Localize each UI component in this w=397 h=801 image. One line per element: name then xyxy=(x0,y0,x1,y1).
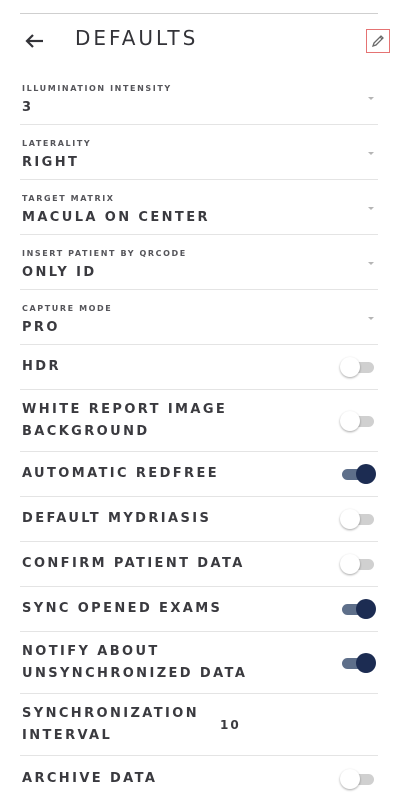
hdr-row: HDR xyxy=(20,345,378,390)
notify-unsynchronized-data-row: NOTIFY ABOUT UNSYNCHRONIZED DATA xyxy=(20,632,378,694)
confirm-patient-data-row: CONFIRM PATIENT DATA xyxy=(20,542,378,587)
toggle-thumb xyxy=(356,652,376,673)
automatic-redfree-toggle[interactable] xyxy=(340,464,376,484)
dropdown-caret-icon xyxy=(368,152,374,155)
insert-patient-qrcode-label: INSERT PATIENT BY QRCODE xyxy=(22,249,187,258)
toggle-thumb xyxy=(340,554,360,574)
capture-mode-label: CAPTURE MODE xyxy=(22,304,113,313)
synchronization-interval-label: SYNCHRONIZATION INTERVAL xyxy=(22,705,199,743)
archive-data-row: ARCHIVE DATA xyxy=(20,756,378,801)
toggle-thumb xyxy=(340,768,360,789)
sync-opened-exams-row: SYNC OPENED EXAMS xyxy=(20,587,378,632)
automatic-redfree-label: AUTOMATIC REDFREE xyxy=(22,466,220,481)
settings-list: ILLUMINATION INTENSITY 3 LATERALITY RIGH… xyxy=(20,70,378,801)
header: DEFAULTS xyxy=(0,14,397,70)
archive-data-toggle[interactable] xyxy=(340,768,376,789)
dropdown-caret-icon xyxy=(368,207,374,210)
white-report-background-label: WHITE REPORT IMAGE BACKGROUND xyxy=(22,401,228,439)
toggle-thumb xyxy=(356,464,376,484)
target-matrix-value: MACULA ON CENTER xyxy=(22,210,210,225)
laterality-label: LATERALITY xyxy=(22,139,92,148)
confirm-patient-data-toggle[interactable] xyxy=(340,554,376,574)
back-button[interactable] xyxy=(20,26,50,56)
illumination-intensity-value: 3 xyxy=(22,100,34,115)
capture-mode-value: PRO xyxy=(22,320,60,335)
illumination-intensity-label: ILLUMINATION INTENSITY xyxy=(22,84,172,93)
toggle-thumb xyxy=(340,509,360,529)
target-matrix-select[interactable]: TARGET MATRIX MACULA ON CENTER xyxy=(20,180,378,235)
illumination-intensity-select[interactable]: ILLUMINATION INTENSITY 3 xyxy=(20,70,378,125)
default-mydriasis-toggle[interactable] xyxy=(340,509,376,529)
edit-button[interactable] xyxy=(366,29,390,53)
toggle-thumb xyxy=(340,410,360,431)
confirm-patient-data-label: CONFIRM PATIENT DATA xyxy=(22,556,245,571)
archive-data-label: ARCHIVE DATA xyxy=(22,770,158,786)
laterality-select[interactable]: LATERALITY RIGHT xyxy=(20,125,378,180)
hdr-toggle[interactable] xyxy=(340,357,376,377)
toggle-thumb xyxy=(356,599,376,619)
insert-patient-qrcode-value: ONLY ID xyxy=(22,265,97,280)
dropdown-caret-icon xyxy=(368,317,374,320)
dropdown-caret-icon xyxy=(368,262,374,265)
pencil-icon xyxy=(371,35,384,48)
dropdown-caret-icon xyxy=(368,97,374,100)
synchronization-interval-value: 10 xyxy=(220,717,241,732)
page-title: DEFAULTS xyxy=(75,26,199,50)
sync-opened-exams-label: SYNC OPENED EXAMS xyxy=(22,601,223,616)
white-report-background-toggle[interactable] xyxy=(340,410,376,431)
laterality-value: RIGHT xyxy=(22,155,80,170)
capture-mode-select[interactable]: CAPTURE MODE PRO xyxy=(20,290,378,345)
notify-unsynchronized-data-toggle[interactable] xyxy=(340,652,376,673)
default-mydriasis-row: DEFAULT MYDRIASIS xyxy=(20,497,378,542)
default-mydriasis-label: DEFAULT MYDRIASIS xyxy=(22,511,212,526)
synchronization-interval-row[interactable]: SYNCHRONIZATION INTERVAL 10 xyxy=(20,694,378,756)
notify-unsynchronized-data-label: NOTIFY ABOUT UNSYNCHRONIZED DATA xyxy=(22,643,248,681)
sync-opened-exams-toggle[interactable] xyxy=(340,599,376,619)
arrow-left-icon xyxy=(25,34,43,48)
target-matrix-label: TARGET MATRIX xyxy=(22,194,115,203)
white-report-background-row: WHITE REPORT IMAGE BACKGROUND xyxy=(20,390,378,452)
automatic-redfree-row: AUTOMATIC REDFREE xyxy=(20,452,378,497)
insert-patient-qrcode-select[interactable]: INSERT PATIENT BY QRCODE ONLY ID xyxy=(20,235,378,290)
hdr-label: HDR xyxy=(22,359,61,374)
toggle-thumb xyxy=(340,357,360,377)
